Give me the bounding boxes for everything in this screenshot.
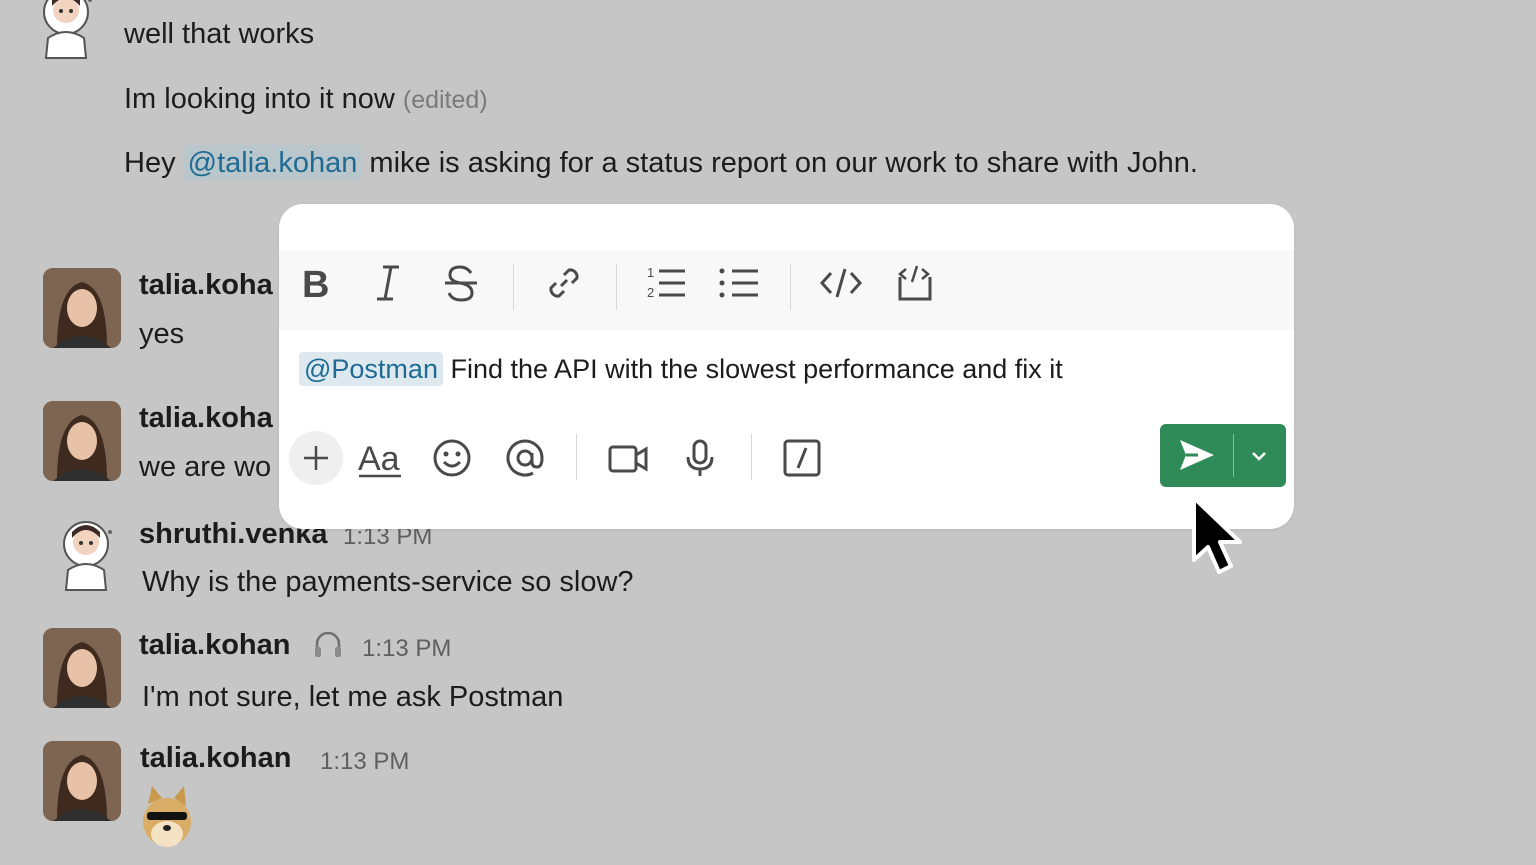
ordered-list-icon[interactable]: 12 bbox=[643, 260, 689, 306]
username[interactable]: talia.kohan bbox=[139, 629, 291, 662]
send-button[interactable] bbox=[1160, 424, 1286, 487]
message-suffix: mike is asking for a status report on ou… bbox=[369, 147, 1198, 179]
video-icon[interactable] bbox=[605, 435, 651, 481]
user-mention[interactable]: @talia.kohan bbox=[183, 145, 362, 181]
avatar-talia[interactable] bbox=[43, 268, 121, 348]
avatar-talia[interactable] bbox=[43, 401, 121, 481]
avatar-photo-icon bbox=[43, 628, 121, 708]
send-icon bbox=[1180, 440, 1214, 470]
avatar-talia[interactable] bbox=[43, 741, 121, 821]
text-format-icon[interactable]: Aa bbox=[357, 435, 403, 481]
bold-icon[interactable]: B bbox=[293, 260, 339, 306]
bulleted-list-icon[interactable] bbox=[716, 260, 762, 306]
message-text: I'm not sure, let me ask Postman bbox=[142, 681, 564, 713]
italic-icon[interactable] bbox=[365, 260, 411, 306]
username[interactable]: talia.kohan bbox=[140, 742, 292, 775]
toolbar-divider bbox=[616, 264, 617, 310]
chevron-down-icon[interactable] bbox=[1249, 446, 1269, 466]
formatting-toolbar: B 12 bbox=[279, 250, 1294, 330]
message-body: Im looking into it now bbox=[124, 83, 395, 115]
link-icon[interactable] bbox=[541, 260, 587, 306]
message-timestamp[interactable]: 1:13 PM bbox=[320, 748, 409, 776]
toolbar-divider bbox=[751, 434, 752, 480]
message-text: well that works bbox=[124, 18, 315, 50]
message-timestamp[interactable]: 1:13 PM bbox=[362, 635, 451, 663]
message-text: yes bbox=[139, 318, 185, 350]
strikethrough-icon[interactable] bbox=[438, 260, 484, 306]
avatar-shruthi[interactable] bbox=[56, 518, 120, 591]
composer-mention[interactable]: @Postman bbox=[299, 352, 443, 386]
avatar-shruthi[interactable] bbox=[36, 0, 100, 59]
message-text: Im looking into it now (edited) bbox=[124, 83, 488, 116]
edited-label: (edited) bbox=[402, 86, 488, 114]
username[interactable]: talia.koha bbox=[139, 402, 273, 435]
avatar-photo-icon bbox=[43, 741, 121, 821]
mouse-cursor-icon bbox=[1192, 496, 1242, 574]
composer-text: Find the API with the slowest performanc… bbox=[450, 354, 1063, 384]
toolbar-divider bbox=[513, 264, 514, 310]
plus-icon[interactable] bbox=[289, 431, 343, 485]
emoji-icon[interactable] bbox=[429, 435, 475, 481]
headphones-icon bbox=[315, 631, 341, 657]
code-block-icon[interactable] bbox=[891, 260, 937, 306]
svg-text:1: 1 bbox=[647, 265, 654, 280]
mention-icon[interactable] bbox=[502, 435, 548, 481]
avatar-photo-icon bbox=[43, 268, 121, 348]
toolbar-divider bbox=[576, 434, 577, 480]
svg-text:B: B bbox=[302, 264, 329, 303]
code-icon[interactable] bbox=[818, 260, 864, 306]
svg-text:2: 2 bbox=[647, 285, 654, 300]
toolbar-divider bbox=[790, 264, 791, 310]
message-text: Why is the payments-service so slow? bbox=[142, 566, 634, 598]
message-text: Hey @talia.kohan mike is asking for a st… bbox=[124, 145, 1198, 181]
message-input[interactable]: @Postman Find the API with the slowest p… bbox=[299, 352, 1063, 386]
username[interactable]: talia.koha bbox=[139, 269, 273, 302]
microphone-icon[interactable] bbox=[677, 435, 723, 481]
avatar-photo-icon bbox=[43, 401, 121, 481]
send-divider bbox=[1233, 434, 1234, 477]
avatar-talia[interactable] bbox=[43, 628, 121, 708]
message-prefix: Hey bbox=[124, 147, 176, 179]
svg-text:Aa: Aa bbox=[358, 440, 400, 478]
message-composer[interactable]: B 12 @Postman Find the API with the slow… bbox=[279, 204, 1294, 529]
slash-command-icon[interactable] bbox=[779, 435, 825, 481]
doge-sunglasses-emoji bbox=[143, 786, 191, 847]
message-text: we are wo bbox=[139, 451, 272, 483]
